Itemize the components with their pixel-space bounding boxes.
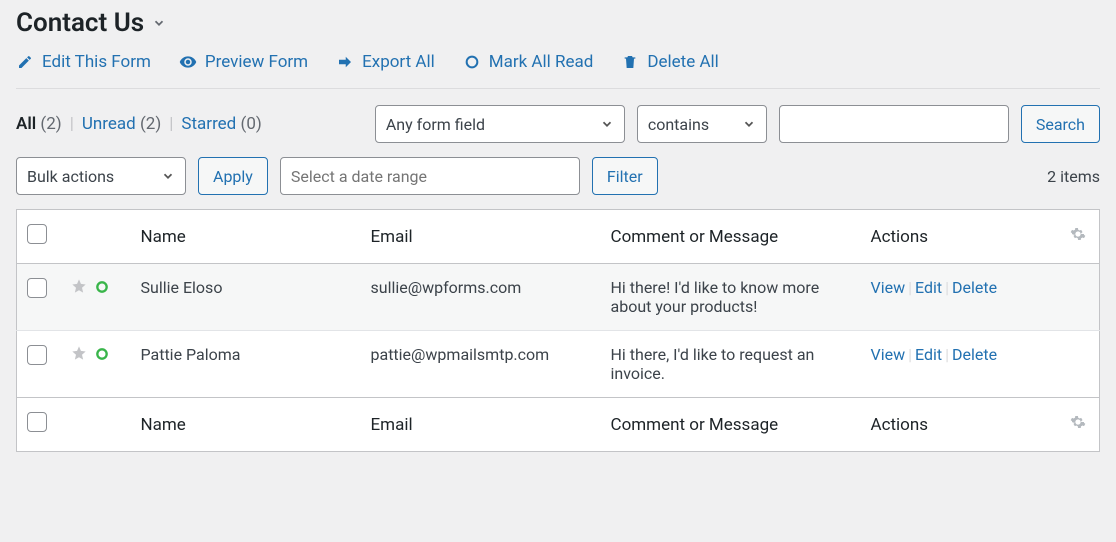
row-checkbox[interactable] xyxy=(27,345,47,365)
col-message[interactable]: Comment or Message xyxy=(601,210,861,264)
tab-unread-label: Unread xyxy=(82,114,136,134)
apply-button[interactable]: Apply xyxy=(198,157,268,195)
table-row: Sullie Eloso sullie@wpforms.com Hi there… xyxy=(17,264,1100,331)
delete-link[interactable]: Delete xyxy=(952,345,997,364)
trash-icon xyxy=(621,53,639,71)
col-actions: Actions xyxy=(861,210,1060,264)
select-all-checkbox[interactable] xyxy=(27,224,47,244)
field-select[interactable]: Any form field xyxy=(375,105,625,143)
tab-starred-label: Starred xyxy=(181,114,236,134)
tab-unread[interactable]: Unread (2) xyxy=(82,114,161,134)
star-icon[interactable] xyxy=(71,278,87,298)
separator: | xyxy=(70,114,74,134)
delete-all-label: Delete All xyxy=(647,52,718,72)
status-tabs: All (2) | Unread (2) | Starred (0) xyxy=(16,114,262,134)
cell-name: Pattie Paloma xyxy=(131,331,361,398)
col-name[interactable]: Name xyxy=(131,210,361,264)
mark-read-link[interactable]: Mark All Read xyxy=(463,52,594,72)
preview-form-link[interactable]: Preview Form xyxy=(179,52,308,72)
tab-all-label: All xyxy=(16,114,36,134)
items-count: 2 items xyxy=(1047,167,1100,186)
delete-link[interactable]: Delete xyxy=(952,278,997,297)
cell-email: pattie@wpmailsmtp.com xyxy=(361,331,601,398)
mark-read-label: Mark All Read xyxy=(489,52,594,72)
table-footer-row: Name Email Comment or Message Actions xyxy=(17,398,1100,452)
preview-form-label: Preview Form xyxy=(205,52,308,72)
col-email-footer[interactable]: Email xyxy=(361,398,601,452)
circle-icon xyxy=(463,53,481,71)
pencil-icon xyxy=(16,53,34,71)
page-title-row: Contact Us xyxy=(16,0,1100,52)
cell-actions: View|Edit|Delete xyxy=(861,331,1100,398)
search-input[interactable] xyxy=(779,105,1009,143)
export-icon xyxy=(336,53,354,71)
unread-icon[interactable] xyxy=(95,346,109,365)
star-icon[interactable] xyxy=(71,345,87,365)
filter-button[interactable]: Filter xyxy=(592,157,658,195)
date-range-input[interactable] xyxy=(280,157,580,195)
entries-table: Name Email Comment or Message Actions Su… xyxy=(16,209,1100,452)
cell-message: Hi there! I'd like to know more about yo… xyxy=(601,264,861,331)
view-link[interactable]: View xyxy=(871,278,906,297)
eye-icon xyxy=(179,53,197,71)
chevron-down-icon[interactable] xyxy=(152,16,166,30)
gear-icon-footer[interactable] xyxy=(1070,415,1086,435)
bulk-actions-select[interactable]: Bulk actions xyxy=(16,157,186,195)
edit-link[interactable]: Edit xyxy=(915,278,942,297)
secondary-filter-row: Bulk actions Apply Filter 2 items xyxy=(16,157,1100,195)
select-all-checkbox-footer[interactable] xyxy=(27,412,47,432)
tab-all[interactable]: All (2) xyxy=(16,114,62,134)
view-link[interactable]: View xyxy=(871,345,906,364)
toolbar: Edit This Form Preview Form Export All M… xyxy=(16,52,1100,89)
col-message-footer[interactable]: Comment or Message xyxy=(601,398,861,452)
page-title: Contact Us xyxy=(16,8,144,38)
col-email[interactable]: Email xyxy=(361,210,601,264)
cell-email: sullie@wpforms.com xyxy=(361,264,601,331)
tab-unread-count: (2) xyxy=(140,114,161,134)
col-name-footer[interactable]: Name xyxy=(131,398,361,452)
filter-row: All (2) | Unread (2) | Starred (0) Any f… xyxy=(16,89,1100,143)
tab-starred[interactable]: Starred (0) xyxy=(181,114,261,134)
tab-all-count: (2) xyxy=(40,114,61,134)
cell-name: Sullie Eloso xyxy=(131,264,361,331)
separator: | xyxy=(169,114,173,134)
export-all-label: Export All xyxy=(362,52,435,72)
table-header-row: Name Email Comment or Message Actions xyxy=(17,210,1100,264)
edit-form-label: Edit This Form xyxy=(42,52,151,72)
cell-actions: View|Edit|Delete xyxy=(861,264,1100,331)
edit-link[interactable]: Edit xyxy=(915,345,942,364)
table-row: Pattie Paloma pattie@wpmailsmtp.com Hi t… xyxy=(17,331,1100,398)
tab-starred-count: (0) xyxy=(241,114,262,134)
row-checkbox[interactable] xyxy=(27,278,47,298)
col-actions-footer: Actions xyxy=(861,398,1060,452)
export-all-link[interactable]: Export All xyxy=(336,52,435,72)
cell-message: Hi there, I'd like to request an invoice… xyxy=(601,331,861,398)
search-button[interactable]: Search xyxy=(1021,105,1100,143)
unread-icon[interactable] xyxy=(95,279,109,298)
edit-form-link[interactable]: Edit This Form xyxy=(16,52,151,72)
delete-all-link[interactable]: Delete All xyxy=(621,52,718,72)
operator-select[interactable]: contains xyxy=(637,105,767,143)
gear-icon[interactable] xyxy=(1070,227,1086,247)
